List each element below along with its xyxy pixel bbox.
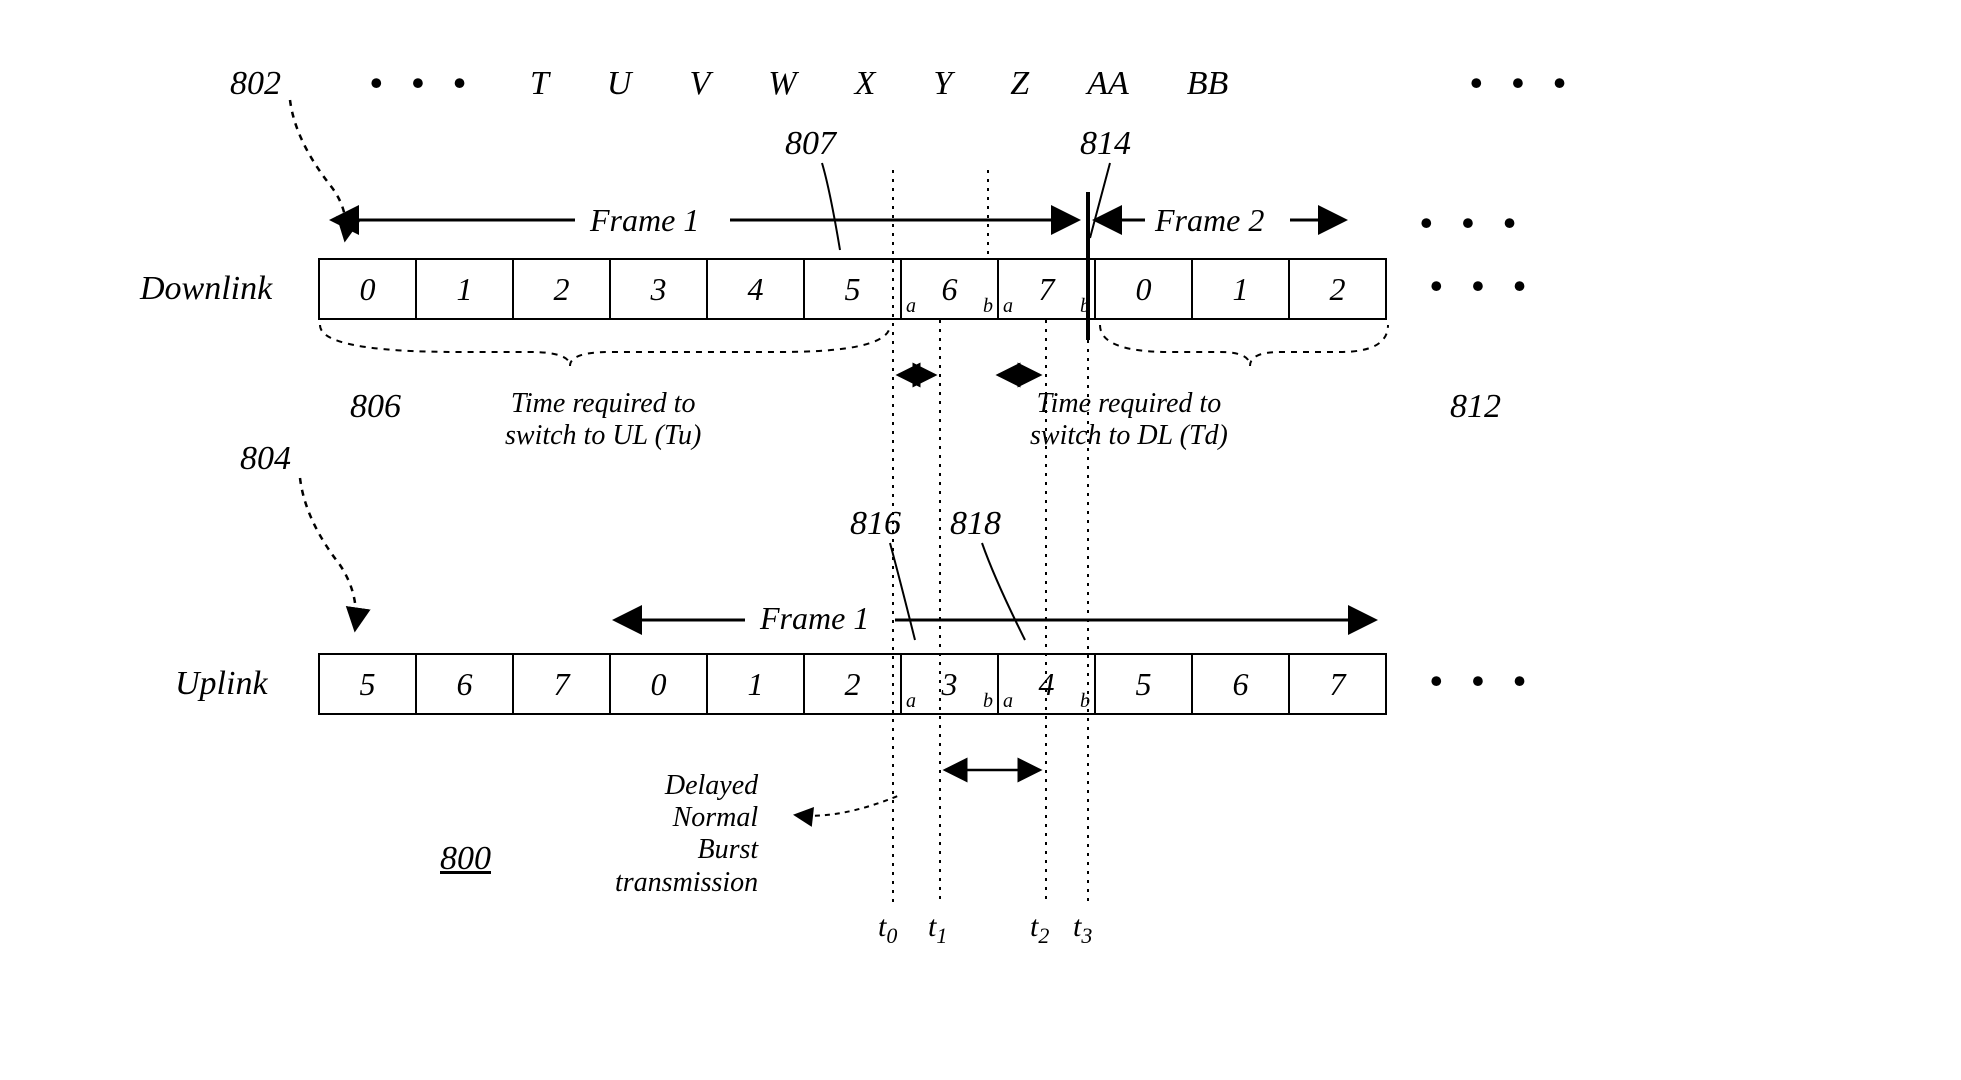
t1-label: t1 — [928, 910, 947, 949]
ul-cell-8: 5 — [1094, 653, 1191, 715]
ul-cell-1: 6 — [415, 653, 512, 715]
hdr-W: W — [768, 65, 796, 103]
hdr-T: T — [530, 65, 549, 103]
dots-frame2-right: • • • — [1420, 202, 1526, 244]
timing-diagram: 802 • • • T U V W X Y Z AA BB • • • 807 … — [40, 40, 1940, 1040]
ref-814: 814 — [1080, 125, 1131, 163]
hdr-X: X — [855, 65, 876, 103]
t3-label: t3 — [1073, 910, 1092, 949]
hdr-Y: Y — [933, 65, 952, 103]
downlink-cells: 0 1 2 3 4 5 a6b a7b 0 1 2 — [318, 258, 1387, 320]
ul-cell-10: 7 — [1288, 653, 1387, 715]
hdr-V: V — [689, 65, 710, 103]
dl-cell-2: 2 — [512, 258, 609, 320]
dl-cell-9: 1 — [1191, 258, 1288, 320]
ul-cell-7: a4b — [997, 653, 1094, 715]
dl-cell-3: 3 — [609, 258, 706, 320]
hdr-Z: Z — [1010, 65, 1029, 103]
dl-cell-0: 0 — [318, 258, 415, 320]
dl-cell-6: a6b — [900, 258, 997, 320]
dl-cell-5: 5 — [803, 258, 900, 320]
delayed-caption: Delayed Normal Burst transmission — [615, 770, 758, 899]
ul-cell-0: 5 — [318, 653, 415, 715]
frame1-ul-label: Frame 1 — [760, 600, 869, 637]
ul-cell-6: a3b — [900, 653, 997, 715]
ref-807: 807 — [785, 125, 836, 163]
uplink-cells: 5 6 7 0 1 2 a3b a4b 5 6 7 — [318, 653, 1387, 715]
ul-cell-2: 7 — [512, 653, 609, 715]
dots-top-right: • • • — [1470, 62, 1576, 104]
hdr-U: U — [607, 65, 632, 103]
ref-816: 816 — [850, 505, 901, 543]
header-letters: T U V W X Y Z AA BB — [530, 65, 1228, 103]
dl-cell-8: 0 — [1094, 258, 1191, 320]
dl-cell-1: 1 — [415, 258, 512, 320]
frame2-dl-label: Frame 2 — [1155, 202, 1264, 239]
ref-802: 802 — [230, 65, 281, 103]
ref-800: 800 — [440, 840, 491, 878]
switch-dl-caption: Time required to switch to DL (Td) — [1030, 388, 1228, 452]
ul-cell-9: 6 — [1191, 653, 1288, 715]
downlink-label: Downlink — [140, 270, 272, 308]
dl-cell-4: 4 — [706, 258, 803, 320]
hdr-AA: AA — [1087, 65, 1129, 103]
dots-dl-right: • • • — [1430, 265, 1536, 307]
ref-818: 818 — [950, 505, 1001, 543]
ref-806: 806 — [350, 388, 401, 426]
dl-cell-10: 2 — [1288, 258, 1387, 320]
ul-cell-4: 1 — [706, 653, 803, 715]
ul-cell-3: 0 — [609, 653, 706, 715]
hdr-BB: BB — [1187, 65, 1229, 103]
ul-cell-5: 2 — [803, 653, 900, 715]
dots-ul-right: • • • — [1430, 660, 1536, 702]
dl-cell-7: a7b — [997, 258, 1094, 320]
dots-top-left: • • • — [370, 62, 476, 104]
switch-ul-caption: Time required to switch to UL (Tu) — [505, 388, 701, 452]
t0-label: t0 — [878, 910, 897, 949]
frame1-dl-label: Frame 1 — [590, 202, 699, 239]
uplink-label: Uplink — [175, 665, 268, 703]
ref-804: 804 — [240, 440, 291, 478]
ref-812: 812 — [1450, 388, 1501, 426]
t2-label: t2 — [1030, 910, 1049, 949]
